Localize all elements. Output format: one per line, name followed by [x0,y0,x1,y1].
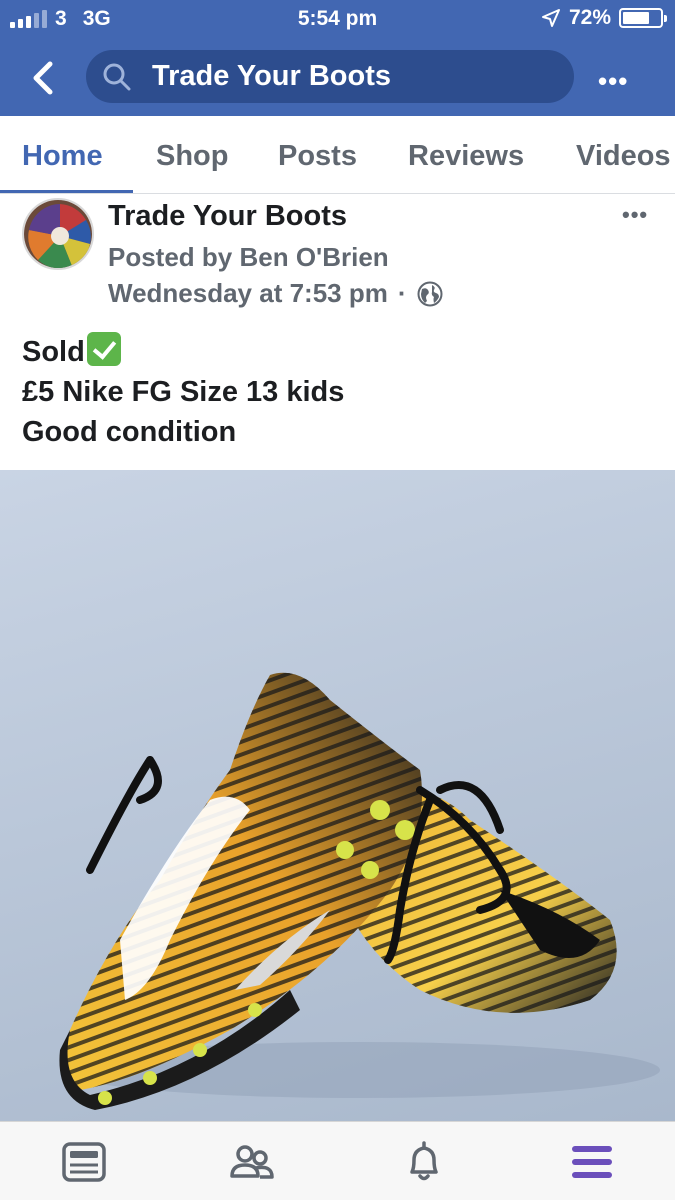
post-options-icon[interactable]: ••• [622,202,648,228]
tab-reviews[interactable]: Reviews [408,140,524,173]
post-card: Trade Your Boots Posted by Ben O'Brien W… [0,194,675,470]
posted-by[interactable]: Posted by Ben O'Brien [108,242,389,273]
post-message: Sold £5 Nike FG Size 13 kids Good condit… [22,332,344,452]
post-line-condition: Good condition [22,416,237,448]
groups-icon[interactable] [228,1138,276,1186]
battery-icon [619,8,667,28]
post-line-price: £5 Nike FG Size 13 kids [22,376,345,408]
menu-icon[interactable] [568,1138,616,1186]
post-line-sold: Sold [22,332,344,372]
status-right: 72% [541,6,667,30]
location-arrow-icon [541,9,560,27]
avatar-collage-image [24,200,92,268]
check-mark-button-icon [86,332,121,366]
search-text: Trade Your Boots [152,60,392,92]
football-boots-image [59,672,660,1110]
tab-home[interactable]: Home [22,140,103,173]
post-timestamp[interactable]: Wednesday at 7:53 pm [108,278,388,309]
sold-text: Sold [22,336,85,368]
app-header: 3 3G 5:54 pm 72% Trade Your Boots ••• [0,0,675,116]
page-avatar[interactable] [22,198,94,270]
post-page-name[interactable]: Trade Your Boots [108,200,347,233]
search-bar[interactable]: Trade Your Boots [86,50,574,103]
globe-icon [417,281,443,306]
post-photo[interactable] [0,470,675,1121]
tab-shop[interactable]: Shop [156,140,229,173]
status-bar: 3 3G 5:54 pm 72% [0,0,675,40]
back-chevron-icon[interactable] [26,58,60,98]
bottom-navigation [0,1121,675,1200]
tab-posts[interactable]: Posts [278,140,357,173]
tab-videos[interactable]: Videos [576,140,671,173]
news-feed-icon[interactable] [60,1138,108,1186]
navigation-bar: Trade Your Boots ••• [0,40,675,116]
page-tabs: Home Shop Posts Reviews Videos [0,116,675,194]
notifications-bell-icon[interactable] [400,1138,448,1186]
search-icon [103,63,131,91]
timestamp-separator: · [397,278,407,308]
more-options-icon[interactable]: ••• [598,66,628,97]
battery-percent: 72% [568,6,611,29]
battery-fill [623,12,649,24]
post-timestamp-row: Wednesday at 7:53 pm · [108,278,443,309]
